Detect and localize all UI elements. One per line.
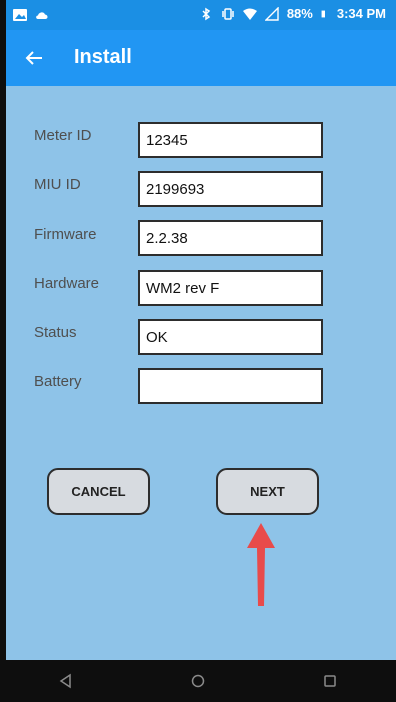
- cloud-icon: [36, 12, 48, 19]
- hardware-field[interactable]: WM2 rev F: [138, 270, 323, 306]
- next-button[interactable]: NEXT: [216, 468, 319, 515]
- app-bar: Install: [6, 30, 396, 86]
- status-label: Status: [34, 324, 77, 341]
- status-field[interactable]: OK: [138, 319, 323, 355]
- image-notification-icon: [13, 9, 27, 21]
- meter-id-field[interactable]: 12345: [138, 122, 323, 158]
- battery-field[interactable]: [138, 368, 323, 404]
- nav-home-icon[interactable]: [188, 671, 208, 691]
- bluetooth-icon: [202, 7, 211, 20]
- nav-back-icon[interactable]: [56, 671, 76, 691]
- status-bar: 88% 3:34 PM: [6, 0, 396, 30]
- miu-id-field[interactable]: 2199693: [138, 171, 323, 207]
- wifi-icon: [242, 8, 257, 20]
- page-title: Install: [74, 46, 132, 68]
- app-screen: 88% 3:34 PM Install Meter ID 12345 MIU I…: [6, 0, 396, 702]
- cancel-button[interactable]: CANCEL: [47, 468, 150, 515]
- nav-recents-icon[interactable]: [320, 671, 340, 691]
- battery-icon: [321, 10, 325, 17]
- battery-percent: 88%: [286, 6, 313, 21]
- firmware-label: Firmware: [34, 226, 97, 243]
- annotation-arrow-icon: [247, 523, 275, 606]
- vibrate-icon: [222, 7, 234, 20]
- back-button[interactable]: [18, 42, 50, 74]
- clock: 3:34 PM: [336, 6, 386, 21]
- meter-id-label: Meter ID: [34, 127, 92, 144]
- system-nav-bar: [0, 660, 396, 702]
- battery-label: Battery: [34, 373, 82, 390]
- hardware-label: Hardware: [34, 275, 100, 292]
- back-arrow-icon: [25, 51, 42, 65]
- signal-icon: [264, 6, 279, 21]
- miu-id-label: MIU ID: [34, 176, 81, 193]
- firmware-field[interactable]: 2.2.38: [138, 220, 323, 256]
